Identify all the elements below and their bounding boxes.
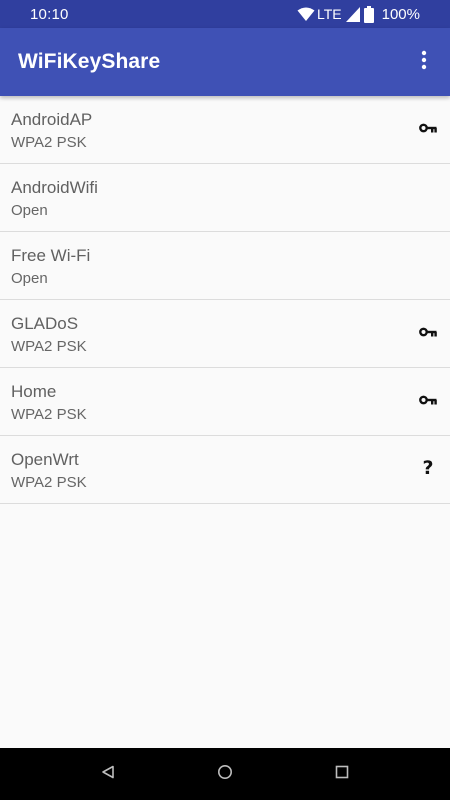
- key-icon: [418, 322, 438, 342]
- network-security: WPA2 PSK: [11, 338, 87, 355]
- wifi-icon: [297, 7, 315, 22]
- network-item-home[interactable]: Home WPA2 PSK: [0, 368, 450, 436]
- back-icon: [101, 765, 115, 784]
- status-indicators: LTE 100%: [297, 5, 420, 23]
- app-title: WiFiKeyShare: [18, 50, 161, 73]
- network-type: LTE: [316, 6, 342, 22]
- battery-percent: 100%: [381, 5, 420, 23]
- network-security: WPA2 PSK: [11, 406, 87, 423]
- network-security: WPA2 PSK: [11, 134, 87, 151]
- recents-button[interactable]: [322, 754, 362, 794]
- network-item-free-wi-fi[interactable]: Free Wi-Fi Open: [0, 232, 450, 300]
- network-security: Open: [11, 270, 48, 287]
- network-name: Free Wi-Fi: [11, 246, 91, 265]
- navigation-bar: [0, 748, 450, 800]
- network-list: AndroidAP WPA2 PSK AndroidWifi Open Free…: [0, 96, 450, 504]
- question-mark: ?: [422, 456, 434, 479]
- question-icon: ?: [418, 458, 438, 478]
- home-button[interactable]: [205, 754, 245, 794]
- back-button[interactable]: [88, 754, 128, 794]
- signal-icon: [345, 6, 360, 22]
- network-item-openwrt[interactable]: OpenWrt WPA2 PSK ?: [0, 436, 450, 504]
- home-icon: [217, 764, 233, 785]
- network-item-androidwifi[interactable]: AndroidWifi Open: [0, 164, 450, 232]
- network-item-androidap[interactable]: AndroidAP WPA2 PSK: [0, 96, 450, 164]
- network-name: Home: [11, 382, 57, 401]
- network-name: AndroidAP: [11, 110, 93, 129]
- battery-icon: [363, 5, 374, 23]
- network-name: GLADoS: [11, 314, 79, 333]
- network-name: AndroidWifi: [11, 178, 98, 197]
- network-security: WPA2 PSK: [11, 474, 87, 491]
- status-time: 10:10: [30, 5, 69, 23]
- network-name: OpenWrt: [11, 450, 79, 469]
- recents-icon: [335, 765, 349, 784]
- app-bar: WiFiKeyShare: [0, 28, 450, 96]
- screen: 10:10 LTE 100% WiFiKeyShare AndroidAP WP…: [0, 0, 450, 800]
- network-security: Open: [11, 202, 48, 219]
- network-item-glados[interactable]: GLADoS WPA2 PSK: [0, 300, 450, 368]
- overflow-menu-button[interactable]: [410, 42, 438, 82]
- key-icon: [418, 390, 438, 410]
- status-bar: 10:10 LTE 100%: [0, 0, 450, 28]
- key-icon: [418, 118, 438, 138]
- overflow-menu-icon: [421, 50, 427, 75]
